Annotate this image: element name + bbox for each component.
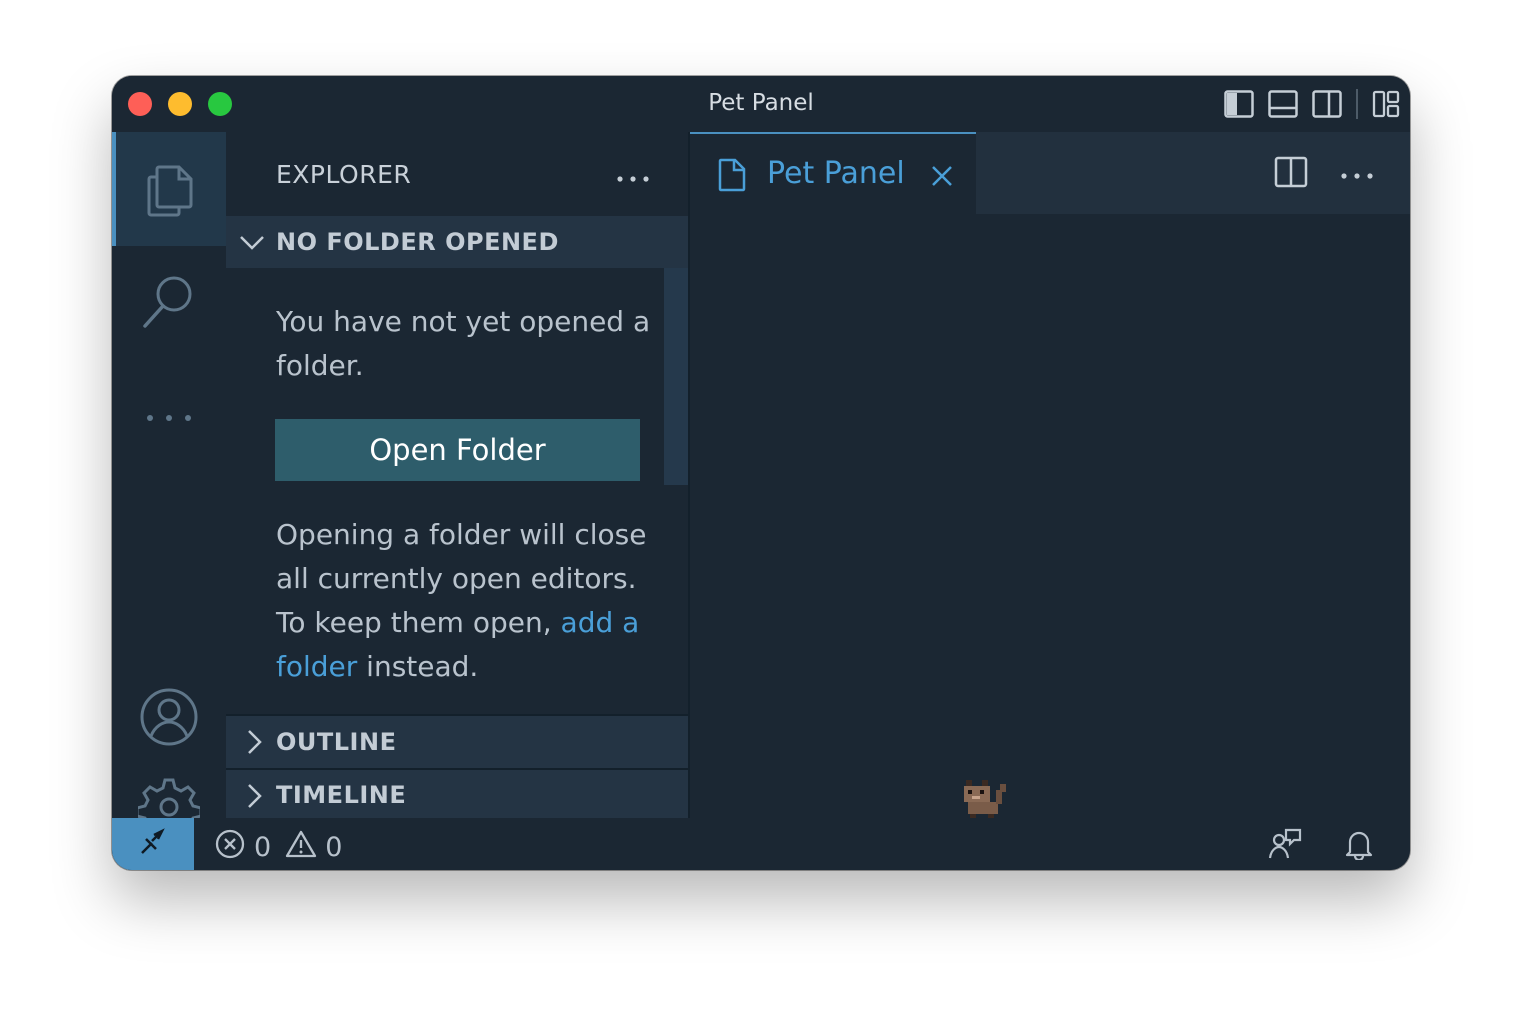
error-count: 0	[254, 832, 272, 863]
chevron-down-icon	[238, 228, 266, 260]
activity-bar: 1	[112, 132, 226, 870]
tab-pet-panel[interactable]: Pet Panel	[690, 132, 976, 214]
file-icon	[718, 158, 746, 196]
editor-area	[690, 214, 1410, 820]
activity-more[interactable]	[112, 360, 226, 474]
close-icon[interactable]	[930, 164, 954, 192]
toggle-secondary-sidebar-icon[interactable]	[1312, 90, 1342, 118]
window-title: Pet Panel	[708, 90, 814, 116]
activity-accounts[interactable]	[112, 662, 226, 776]
info-text-suffix: instead.	[357, 650, 479, 683]
no-folder-content: You have not yet opened a folder. Open F…	[226, 268, 688, 712]
editor-actions	[1274, 156, 1374, 192]
status-right-items	[1268, 828, 1374, 864]
section-no-folder-opened[interactable]: NO FOLDER OPENED	[226, 216, 688, 268]
sidebar-scrollbar[interactable]	[664, 268, 688, 485]
more-actions-icon[interactable]	[1340, 165, 1374, 184]
remote-icon	[138, 827, 168, 861]
warning-icon	[285, 829, 317, 866]
account-icon	[138, 686, 200, 752]
open-folder-button[interactable]: Open Folder	[275, 419, 640, 481]
chevron-right-icon	[240, 782, 268, 814]
section-label: OUTLINE	[276, 728, 397, 756]
vscode-window: Pet Panel EXPLORER NO FOLDER OPENED You …	[112, 76, 1410, 870]
no-folder-message: You have not yet opened a folder.	[276, 305, 651, 382]
files-icon	[141, 157, 197, 221]
layout-controls	[1224, 89, 1400, 119]
sidebar-title: EXPLORER	[276, 160, 412, 189]
toggle-primary-sidebar-icon[interactable]	[1224, 90, 1254, 118]
section-outline[interactable]: OUTLINE	[226, 714, 688, 768]
problems-indicator[interactable]: 0 0	[214, 828, 342, 867]
more-actions-icon[interactable]	[616, 168, 650, 187]
search-icon	[139, 271, 199, 335]
editor-tabs-bar: Pet Panel	[690, 132, 1410, 214]
section-timeline[interactable]: TIMELINE	[226, 768, 688, 820]
warning-count: 0	[325, 832, 343, 863]
customize-layout-icon[interactable]	[1372, 90, 1400, 118]
section-label: TIMELINE	[276, 781, 407, 809]
open-folder-info: Opening a folder will close all currentl…	[276, 513, 656, 689]
section-label: NO FOLDER OPENED	[276, 228, 559, 256]
error-icon	[214, 828, 246, 867]
split-editor-icon[interactable]	[1274, 156, 1308, 192]
tab-label: Pet Panel	[767, 156, 905, 191]
notifications-bell-icon[interactable]	[1344, 828, 1374, 864]
feedback-icon[interactable]	[1268, 828, 1302, 864]
ellipsis-icon	[144, 408, 194, 427]
explorer-sidebar: EXPLORER NO FOLDER OPENED You have not y…	[226, 132, 690, 820]
activity-explorer[interactable]	[112, 132, 226, 246]
chevron-right-icon	[240, 728, 268, 760]
title-bar: Pet Panel	[112, 76, 1410, 132]
status-bar: 0 0	[112, 818, 1410, 870]
toggle-panel-icon[interactable]	[1268, 90, 1298, 118]
layout-separator	[1356, 89, 1358, 119]
remote-indicator[interactable]	[112, 818, 194, 870]
activity-search[interactable]	[112, 246, 226, 360]
